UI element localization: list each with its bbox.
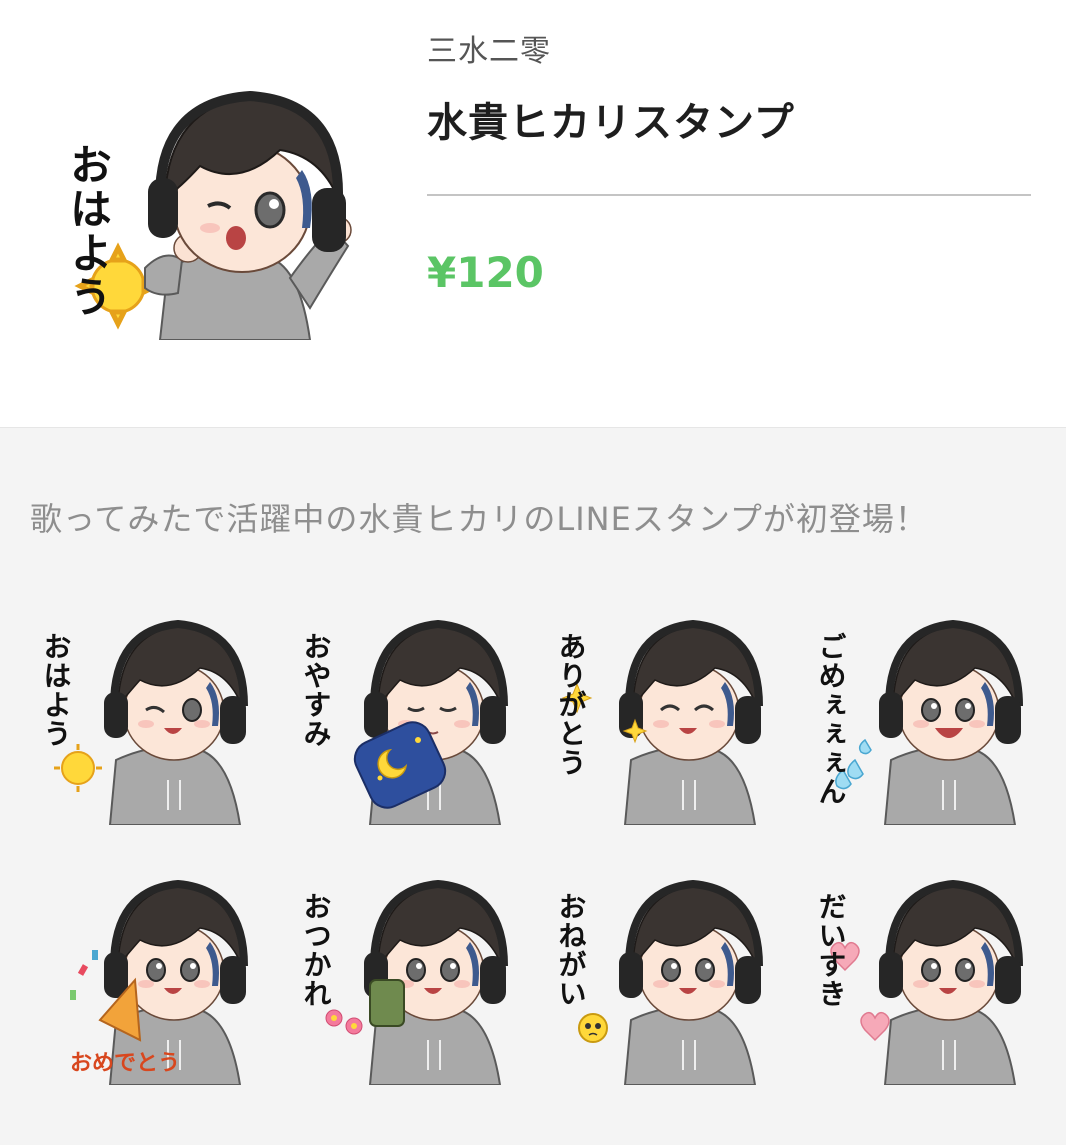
description-text: 歌ってみたで活躍中の水貴ヒカリのLINEスタンプが初登場！ [30,500,928,538]
author-name[interactable]: 三水二零 [427,26,551,70]
sticker-text: ごめぇぇぇん [815,632,848,806]
main-sticker-text: おはよう [70,143,113,319]
sticker-item[interactable]: ごめぇぇぇん [815,610,1035,826]
sticker-text: おねがい [555,892,588,1008]
sticker-text: おはよう [40,632,73,748]
sticker-text: おやすみ [300,632,333,748]
section-divider [0,427,1066,428]
svg-text:おめでとう: おめでとう [70,1051,180,1076]
sticker-header: おはよう 三水二零 水貴ヒカリスタンプ ¥120 [0,0,1066,427]
sticker-item[interactable]: おつかれ [300,870,520,1086]
sticker-item[interactable]: ありがとう [555,610,775,826]
page-title: 水貴ヒカリスタンプ [427,100,795,146]
pleading-emoji-icon [578,1013,608,1043]
sticker-item[interactable]: おねがい [555,870,775,1086]
sticker-text: ありがとう [555,632,588,777]
price-label: ¥120 [427,248,544,297]
sticker-item[interactable]: おやすみ [300,610,520,826]
sticker-item[interactable]: おはよう [40,610,260,826]
header-divider [427,194,1031,196]
sticker-text: だいすき [815,892,848,1008]
sticker-grid: おはよう おやすみ ありがとう ごめぇぇぇんおめでとう おつかれ おねがい だいすき [0,600,1066,1086]
sun-icon [54,744,102,792]
sticker-item[interactable]: おめでとう [40,870,260,1086]
sticker-item[interactable]: だいすき [815,870,1035,1086]
sticker-text: おつかれ [300,892,333,1008]
main-sticker-image[interactable]: おはよう [64,78,360,341]
